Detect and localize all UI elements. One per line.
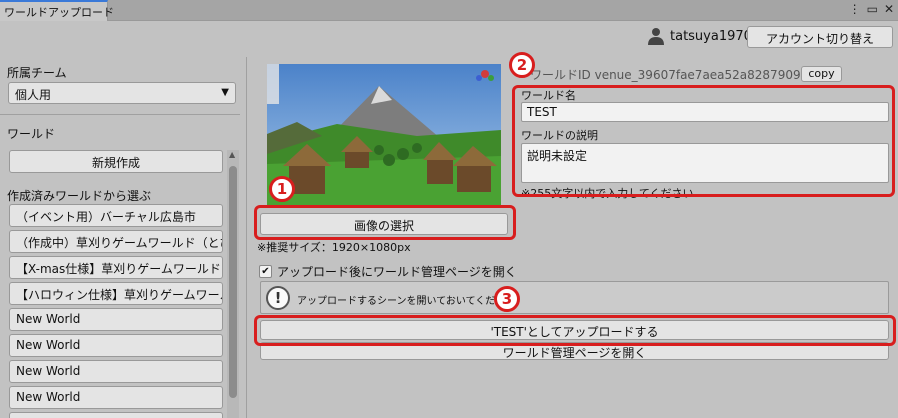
tab-bar [0,0,898,21]
new-world-button[interactable]: 新規作成 [9,150,223,173]
open-manage-page-option: ✔ アップロード後にワールド管理ページを開く [259,263,517,280]
scroll-up-icon[interactable]: ▲ [229,150,235,159]
team-select-value: 個人用 [15,88,52,102]
team-select[interactable]: 個人用 ▼ [8,82,236,104]
info-exclamation-icon: ! [266,286,290,310]
callout-box-world-info [512,85,895,197]
window-controls: ⋮ ▭ ✕ [849,2,894,16]
close-icon[interactable]: ✕ [884,2,894,16]
list-item[interactable]: New World [9,386,223,409]
panel-separator [246,57,247,418]
maximize-icon[interactable]: ▭ [867,2,878,16]
world-list: （イベント用）バーチャル広島市 （作成中）草刈りゲームワールド（とびしま 【X-… [9,204,223,418]
dropdown-arrow-icon: ▼ [221,87,229,98]
list-item[interactable]: 【ハロウィン仕様】草刈りゲームワールド [9,282,223,305]
scroll-thumb[interactable] [229,166,237,398]
callout-badge-1: 1 [269,176,295,202]
callout-box-upload [254,315,896,346]
team-label: 所属チーム [7,66,67,80]
open-manage-page-checkbox[interactable]: ✔ [259,265,272,278]
list-item[interactable]: New World [9,334,223,357]
list-item[interactable]: 【X-mas仕様】草刈りゲームワールド [9,256,223,279]
recommended-size-hint: ※推奨サイズ：1920×1080px [257,241,411,254]
callout-badge-2: 2 [509,52,535,78]
switch-account-button[interactable]: アカウント切り替え [747,26,893,48]
world-preview-image [267,64,501,206]
list-item[interactable]: New World [9,360,223,383]
list-item[interactable]: （作成中）草刈りゲームワールド（とびしま [9,230,223,253]
world-id-label: ワールドID venue_39607fae7aea52a82879097b96 [530,68,832,82]
more-menu-icon[interactable]: ⋮ [849,2,861,16]
world-list-scrollbar[interactable]: ▲ [227,150,239,418]
list-item[interactable] [9,412,223,418]
copy-world-id-button[interactable]: copy [801,66,842,82]
info-message-text: アップロードするシーンを開いておいてください。 [297,296,526,307]
callout-badge-3: 3 [494,286,520,312]
info-message-box: ! アップロードするシーンを開いておいてください。 [260,281,889,314]
list-item[interactable]: （イベント用）バーチャル広島市 [9,204,223,227]
divider [0,114,240,115]
open-manage-page-label: アップロード後にワールド管理ページを開く [277,265,517,279]
tab-world-upload[interactable]: ワールドアップロード [0,0,114,21]
list-item[interactable]: New World [9,308,223,331]
choose-existing-label: 作成済みワールドから選ぶ [7,189,152,203]
world-section-label: ワールド [7,127,56,141]
user-icon [648,28,664,45]
callout-box-select-image [254,205,516,240]
username-label: tatsuya1970 [670,29,752,44]
